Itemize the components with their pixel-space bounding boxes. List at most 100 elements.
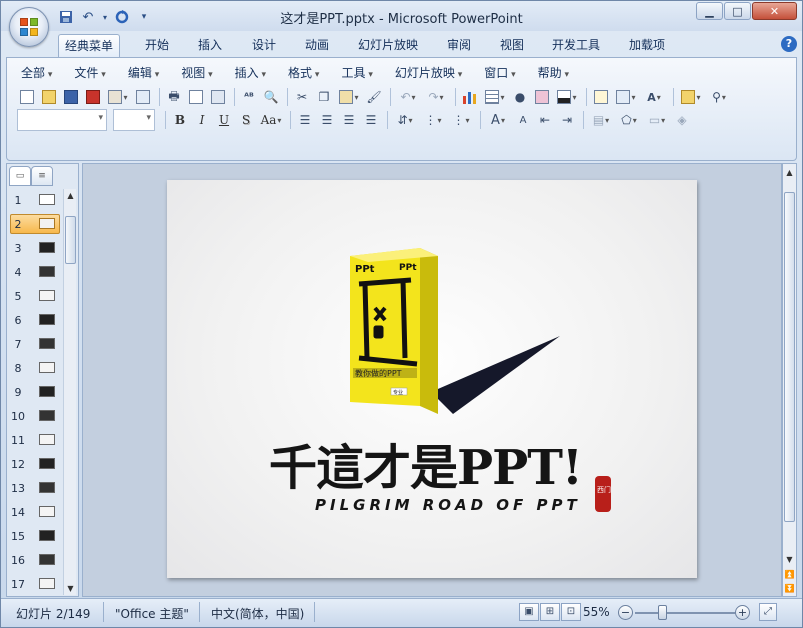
shape-outline-dropdown-icon[interactable]: ▭ (644, 110, 670, 130)
next-slide-icon[interactable]: ⏬ (783, 582, 796, 595)
scroll-down-icon[interactable]: ▼ (783, 553, 796, 566)
align-left-icon[interactable]: ☰ (295, 110, 315, 130)
align-right-icon[interactable]: ☰ (339, 110, 359, 130)
slide-thumbnail[interactable]: 13 (9, 477, 63, 501)
shape-fill-dropdown-icon[interactable] (554, 87, 580, 107)
print-icon[interactable]: 🖶 (164, 87, 184, 107)
undo-dropdown-icon[interactable]: ↶ (395, 87, 421, 107)
current-slide[interactable]: PPt PPt 教你做的PPT 专业 千這才是PPT! PILGRIM ROAD… (167, 180, 697, 578)
slide-thumbnail[interactable]: 2 (9, 213, 63, 237)
slide-preview[interactable] (39, 362, 55, 373)
outline-tab[interactable]: ≡ (31, 166, 53, 186)
clip-art-icon[interactable]: ● (510, 87, 530, 107)
paste-dropdown-icon[interactable] (336, 87, 362, 107)
slide-preview[interactable] (39, 266, 55, 277)
tab-view[interactable]: 视图 (494, 34, 530, 57)
slide-preview[interactable] (39, 554, 55, 565)
tab-home[interactable]: 开始 (139, 34, 175, 57)
slideshow-button[interactable]: ⊡ (561, 603, 581, 621)
slide-preview[interactable] (39, 434, 55, 445)
help-icon[interactable]: ? (781, 36, 797, 52)
scroll-thumb[interactable] (784, 192, 795, 522)
zoom-slider-track[interactable] (635, 612, 735, 614)
scroll-thumb[interactable] (65, 216, 76, 264)
new-document-icon[interactable] (17, 87, 37, 107)
slides-tab[interactable]: ▭ (9, 166, 31, 186)
picture-icon[interactable] (532, 87, 552, 107)
minimize-icon[interactable]: ▁ (696, 2, 723, 20)
layout-dropdown-icon[interactable] (613, 87, 639, 107)
menu-window[interactable]: 窗口 (478, 64, 521, 82)
slide-preview[interactable] (39, 386, 55, 397)
shadow-button[interactable]: S (236, 110, 256, 130)
underline-button[interactable]: U (214, 110, 234, 130)
font-name-combobox[interactable] (17, 109, 107, 131)
menu-tools[interactable]: 工具 (335, 64, 378, 82)
insert-chart-icon[interactable] (460, 87, 480, 107)
cut-icon[interactable]: ✂ (292, 87, 312, 107)
spelling-icon[interactable]: ᴬᴮ (239, 87, 259, 107)
font-size-combobox[interactable] (113, 109, 155, 131)
decrease-font-icon[interactable]: A (513, 110, 533, 130)
slide-thumbnail[interactable]: 12 (9, 453, 63, 477)
slide-thumbnail[interactable]: 7 (9, 333, 63, 357)
tab-insert[interactable]: 插入 (192, 34, 228, 57)
text-direction-dropdown-icon[interactable]: ⇵ (392, 110, 418, 130)
slide-thumbnail[interactable]: 4 (9, 261, 63, 285)
slide-preview[interactable] (39, 338, 55, 349)
slide-preview[interactable] (39, 194, 55, 205)
tab-animation[interactable]: 动画 (299, 34, 335, 57)
format-painter-icon[interactable]: 🖌 (364, 87, 384, 107)
slide-thumbnail[interactable]: 14 (9, 501, 63, 525)
permissions-icon[interactable] (133, 87, 153, 107)
slide-thumbnail[interactable]: 11 (9, 429, 63, 453)
save-icon[interactable] (61, 87, 81, 107)
slide-preview[interactable] (39, 290, 55, 301)
slide-thumbnail[interactable]: 3 (9, 237, 63, 261)
slide-preview[interactable] (39, 410, 55, 421)
office-button[interactable] (9, 7, 49, 47)
tab-review[interactable]: 审阅 (441, 34, 477, 57)
slide-thumbnail[interactable]: 6 (9, 309, 63, 333)
slide-thumbnail[interactable]: 8 (9, 357, 63, 381)
editor-scrollbar[interactable]: ▲ ▼ ⏫ ⏬ (782, 163, 797, 597)
shape-effects-icon[interactable]: ◈ (672, 110, 692, 130)
maximize-icon[interactable]: □ (724, 2, 751, 20)
menu-format[interactable]: 格式 (282, 64, 325, 82)
tab-design[interactable]: 设计 (246, 34, 282, 57)
slide-preview[interactable] (39, 578, 55, 589)
increase-font-icon[interactable]: A (485, 110, 511, 130)
research-icon[interactable]: 🔍 (261, 87, 281, 107)
shapes-dropdown-icon[interactable]: ⬠ (616, 110, 642, 130)
menu-view[interactable]: 视图 (175, 64, 218, 82)
fit-to-window-icon[interactable]: ⤢ (759, 603, 777, 621)
text-box-dropdown-icon[interactable]: A (641, 87, 667, 107)
align-center-icon[interactable]: ☰ (317, 110, 337, 130)
open-dropdown-icon[interactable] (678, 87, 704, 107)
save-as-pdf-icon[interactable] (83, 87, 103, 107)
scroll-down-icon[interactable]: ▼ (64, 582, 77, 595)
menu-help[interactable]: 帮助 (532, 64, 575, 82)
slide-sorter-button[interactable]: ⊞ (540, 603, 560, 621)
tab-slideshow[interactable]: 幻灯片放映 (352, 34, 424, 57)
change-case-button[interactable]: Aa (258, 110, 284, 130)
slide-thumbnail[interactable]: 15 (9, 525, 63, 549)
arrange-dropdown-icon[interactable]: ▤ (588, 110, 614, 130)
slide-preview[interactable] (39, 458, 55, 469)
slide-thumbnail[interactable]: 17 (9, 573, 63, 595)
normal-view-button[interactable]: ▣ (519, 603, 539, 621)
slide-preview[interactable] (39, 314, 55, 325)
slide-preview[interactable] (39, 482, 55, 493)
zoom-out-icon[interactable]: − (618, 605, 633, 620)
find-dropdown-icon[interactable]: ⚲ (706, 87, 732, 107)
menu-edit[interactable]: 编辑 (122, 64, 165, 82)
slides-pane-scrollbar[interactable]: ▲ ▼ (63, 189, 76, 595)
menu-slideshow[interactable]: 幻灯片放映 (389, 64, 468, 82)
tab-classic-menu[interactable]: 经典菜单 (58, 34, 121, 57)
decrease-indent-icon[interactable]: ⇤ (535, 110, 555, 130)
zoom-level[interactable]: 55% (583, 605, 610, 619)
slide-preview[interactable] (39, 242, 55, 253)
menu-all[interactable]: 全部 (15, 64, 58, 82)
redo-dropdown-icon[interactable]: ↷ (423, 87, 449, 107)
slide-thumbnail[interactable]: 10 (9, 405, 63, 429)
